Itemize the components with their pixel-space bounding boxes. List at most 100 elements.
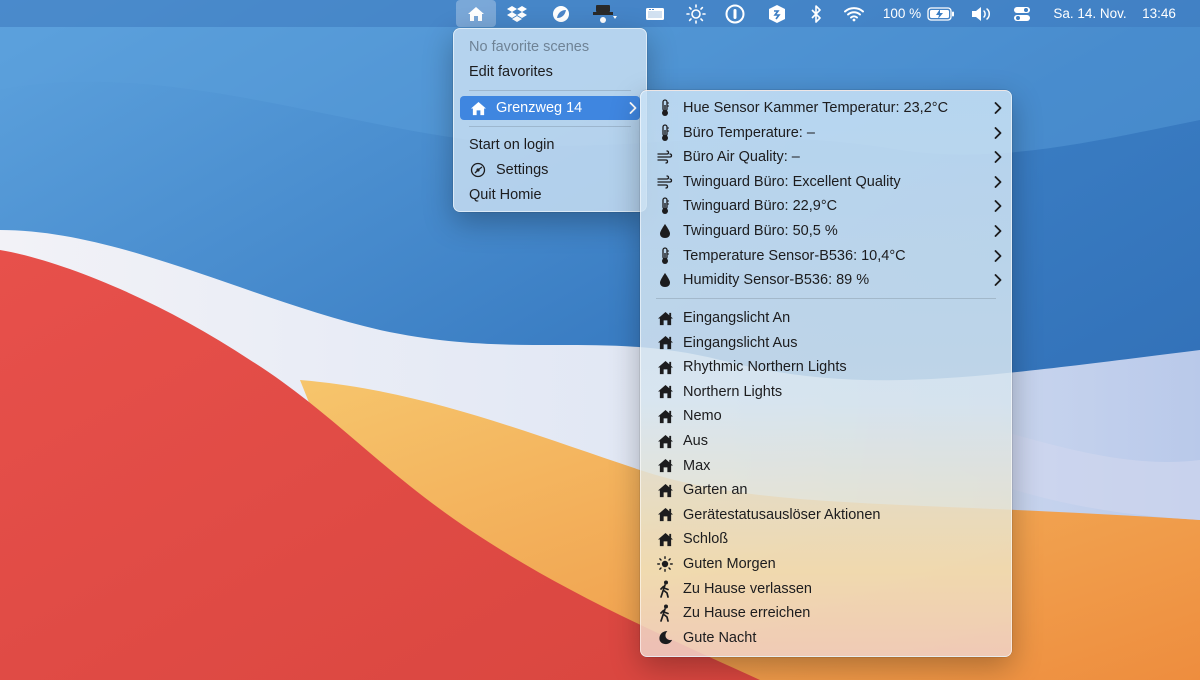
chevron-right-icon — [991, 225, 1005, 237]
scene-item-label: Northern Lights — [683, 383, 783, 400]
scene-item[interactable]: Rhythmic Northern Lights — [647, 355, 1005, 379]
clock-time[interactable]: 13:46 — [1134, 0, 1184, 27]
edit-favorites-item[interactable]: Edit favorites — [460, 60, 640, 84]
scene-item-label: Max — [683, 457, 711, 474]
battery-icon[interactable] — [925, 0, 957, 27]
sensor-item[interactable]: Twinguard Büro: 22,9°C — [647, 194, 1005, 218]
menu-bar: 100 % Sa. 14. Nov. 13:46 — [0, 0, 1200, 27]
sensor-item[interactable]: Twinguard Büro: Excellent Quality — [647, 170, 1005, 194]
scene-item[interactable]: Aus — [647, 429, 1005, 453]
volume-icon[interactable] — [968, 0, 996, 27]
clock-date[interactable]: Sa. 14. Nov. — [1046, 0, 1134, 27]
sensor-item-label: Temperature Sensor-B536: 10,4°C — [683, 247, 906, 264]
scene-item[interactable]: Garten an — [647, 478, 1005, 502]
scene-item[interactable]: Nemo — [647, 404, 1005, 428]
home-icon — [469, 99, 487, 117]
menu-separator — [469, 90, 631, 91]
scene-item-label: Schloß — [683, 531, 729, 548]
scene-item-label: Aus — [683, 433, 708, 449]
start-on-login-item[interactable]: Start on login — [460, 133, 640, 157]
shield-icon[interactable] — [763, 0, 791, 27]
walking-icon — [656, 580, 674, 598]
chevron-right-icon — [626, 102, 640, 114]
scene-item[interactable]: Eingangslicht Aus — [647, 331, 1005, 355]
air-quality-icon — [656, 148, 674, 166]
sensor-item-label: Büro Air Quality: – — [683, 149, 800, 166]
chevron-right-icon — [991, 102, 1005, 114]
leaf-icon[interactable] — [547, 0, 575, 27]
thermometer-icon — [656, 99, 674, 117]
sensor-item[interactable]: Humidity Sensor-B536: 89 % — [647, 268, 1005, 292]
sun-icon — [656, 555, 674, 573]
scene-item-label: Zu Hause erreichen — [683, 605, 811, 622]
home-icon — [656, 383, 674, 401]
scene-item[interactable]: Gute Nacht — [647, 626, 1005, 650]
scene-item[interactable]: Gerätestatusauslöser Aktionen — [647, 503, 1005, 527]
scene-item[interactable]: Northern Lights — [647, 380, 1005, 404]
home-icon[interactable] — [456, 0, 496, 27]
brightness-icon[interactable] — [682, 0, 710, 27]
home-submenu-item[interactable]: Grenzweg 14 — [460, 96, 640, 120]
scene-item[interactable]: Guten Morgen — [647, 552, 1005, 576]
sensor-item-label: Twinguard Büro: Excellent Quality — [683, 173, 901, 190]
homie-menu: No favorite scenes Edit favorites Grenzw… — [453, 28, 647, 212]
home-icon — [656, 358, 674, 376]
sensor-item-label: Twinguard Büro: 50,5 % — [683, 223, 838, 239]
gear-icon — [469, 161, 487, 179]
sensor-item-label: Twinguard Büro: 22,9°C — [683, 198, 838, 215]
scene-item-label: Eingangslicht An — [683, 310, 791, 326]
menu-separator — [656, 298, 996, 299]
chevron-right-icon — [991, 274, 1005, 287]
air-quality-icon — [656, 173, 674, 191]
home-icon — [656, 506, 674, 524]
thermometer-icon — [656, 123, 674, 142]
walking-icon — [656, 604, 674, 623]
chevron-right-icon — [991, 200, 1005, 213]
window-icon[interactable] — [641, 0, 669, 27]
scene-item-label: Garten an — [683, 482, 748, 499]
home-icon — [656, 457, 674, 475]
droplet-icon — [656, 271, 674, 289]
sensor-item[interactable]: Hue Sensor Kammer Temperatur: 23,2°C — [647, 96, 1005, 120]
settings-item[interactable]: Settings — [460, 158, 640, 182]
wifi-icon[interactable] — [840, 0, 868, 27]
password-icon[interactable] — [721, 0, 749, 27]
scene-item[interactable]: Zu Hause erreichen — [647, 601, 1005, 625]
scene-item-label: Gerätestatusauslöser Aktionen — [683, 506, 881, 523]
scene-item-label: Guten Morgen — [683, 556, 776, 572]
chevron-right-icon — [991, 175, 1005, 188]
dropbox-icon[interactable] — [503, 0, 531, 27]
home-submenu: Hue Sensor Kammer Temperatur: 23,2°C Büro… — [640, 90, 1012, 657]
scene-item-label: Gute Nacht — [683, 629, 757, 646]
sensor-item[interactable]: Büro Temperature: – — [647, 121, 1005, 145]
thermometer-icon — [656, 246, 674, 265]
scene-item[interactable]: Max — [647, 454, 1005, 478]
scene-item[interactable]: Zu Hause verlassen — [647, 577, 1005, 601]
scene-item[interactable]: Schloß — [647, 527, 1005, 551]
moon-icon — [656, 629, 674, 647]
hat-icon[interactable] — [587, 0, 623, 27]
home-icon — [656, 432, 674, 450]
bluetooth-icon[interactable] — [804, 0, 828, 27]
home-icon — [656, 407, 674, 425]
sensor-item[interactable]: Büro Air Quality: – — [647, 145, 1005, 169]
sensor-item-label: Büro Temperature: – — [683, 124, 815, 141]
quit-item[interactable]: Quit Homie — [460, 183, 640, 207]
sensor-item[interactable]: Temperature Sensor-B536: 10,4°C — [647, 244, 1005, 268]
menu-separator — [469, 126, 631, 127]
chevron-right-icon — [991, 126, 1005, 139]
home-icon — [656, 530, 674, 548]
home-icon — [656, 481, 674, 499]
chevron-right-icon — [991, 151, 1005, 164]
home-icon — [656, 334, 674, 352]
sensor-item[interactable]: Twinguard Büro: 50,5 % — [647, 219, 1005, 243]
control-center-icon[interactable] — [1008, 0, 1036, 27]
home-icon — [656, 309, 674, 327]
scene-item-label: Nemo — [683, 408, 722, 425]
scene-item[interactable]: Eingangslicht An — [647, 306, 1005, 330]
scene-item-label: Zu Hause verlassen — [683, 580, 812, 597]
scene-item-label: Eingangslicht Aus — [683, 334, 798, 351]
battery-percent: 100 % — [882, 6, 922, 21]
scene-item-label: Rhythmic Northern Lights — [683, 359, 847, 376]
sensor-item-label: Hue Sensor Kammer Temperatur: 23,2°C — [683, 100, 949, 116]
